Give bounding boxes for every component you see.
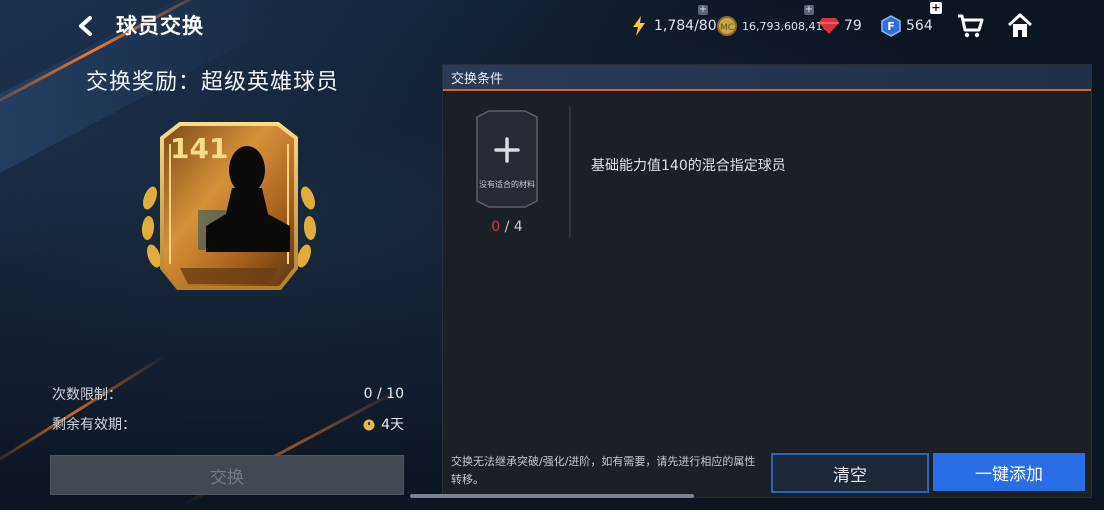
- exchange-limit-value: 0 / 10: [363, 386, 404, 402]
- svg-text:MC: MC: [720, 23, 734, 33]
- plus-icon[interactable]: +: [804, 5, 814, 15]
- conditions-panel: 交换条件 没有适合的材料 0 / 4 基础能力值140的混合指定球员 交换无法继…: [442, 64, 1092, 498]
- divider: [569, 107, 571, 237]
- shop-button[interactable]: [954, 10, 986, 42]
- scrollbar[interactable]: [410, 494, 694, 498]
- reward-title: 交换奖励：超级英雄球员: [86, 70, 340, 95]
- validity-label: 剩余有效期：: [52, 417, 136, 433]
- exchange-limit-label: 次数限制：: [52, 387, 122, 403]
- energy-counter: 1,784/80: [628, 14, 717, 38]
- coin-counter: + MC 16,793,608,416: [698, 5, 830, 38]
- slot-count: 0 / 4: [471, 219, 543, 235]
- home-button[interactable]: [1004, 10, 1036, 42]
- material-slot[interactable]: 没有适合的材料: [471, 109, 543, 209]
- home-icon: [1007, 13, 1033, 37]
- player-card[interactable]: 141: [140, 118, 318, 296]
- requirement-text: 基础能力值140的混合指定球员: [591, 158, 786, 174]
- cart-icon: [958, 14, 984, 38]
- slot-current: 0: [491, 219, 501, 235]
- svg-text:F: F: [887, 20, 895, 33]
- validity-value: 4天: [381, 417, 404, 433]
- auto-add-button[interactable]: 一键添加: [933, 453, 1085, 491]
- inheritance-note: 交换无法继承突破/强化/进阶，如有需要，请先进行相应的属性转移。: [451, 455, 756, 486]
- fc-points-counter: F 564 +: [880, 2, 942, 38]
- exchange-button[interactable]: 交换: [50, 455, 404, 495]
- card-rating: 141: [170, 132, 229, 165]
- energy-value: 1,784/80: [654, 18, 717, 34]
- validity-row: 剩余有效期： 4天: [52, 414, 404, 434]
- slot-total: / 4: [500, 219, 523, 235]
- gem-value: 79: [844, 18, 862, 34]
- back-button[interactable]: [72, 12, 100, 40]
- coin-value: 16,793,608,416: [742, 19, 830, 33]
- timer-icon: [363, 417, 375, 431]
- plus-icon[interactable]: +: [930, 2, 942, 14]
- slot-placeholder-text: 没有适合的材料: [479, 180, 535, 189]
- exchange-limit-row: 次数限制： 0 / 10: [52, 384, 404, 404]
- fc-points-icon: F: [880, 15, 902, 37]
- validity-value-group: 4天: [362, 414, 404, 434]
- plus-icon[interactable]: +: [698, 5, 708, 15]
- chevron-left-icon: [79, 16, 92, 36]
- conditions-header: 交换条件: [443, 65, 1091, 91]
- gem-icon: [818, 15, 840, 37]
- lightning-icon: [628, 15, 650, 37]
- top-bar: 球员交换 1,784/80 + MC 16,793,608,416 + 79 F…: [0, 0, 1104, 52]
- fc-points-value: 564: [906, 18, 933, 34]
- gem-counter: + 79: [804, 5, 862, 38]
- clear-button[interactable]: 清空: [771, 453, 929, 493]
- page-title: 球员交换: [116, 14, 204, 38]
- coin-icon: MC: [716, 15, 738, 37]
